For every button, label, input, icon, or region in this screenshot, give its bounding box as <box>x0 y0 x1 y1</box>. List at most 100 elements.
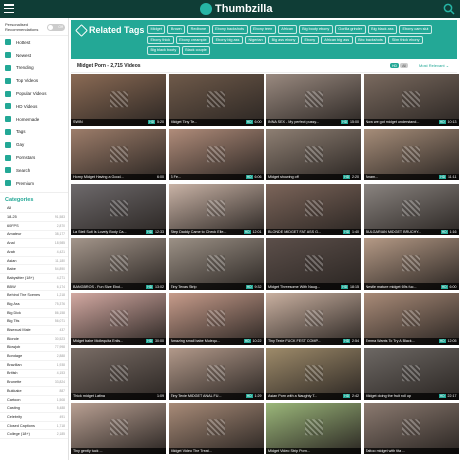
video-thumbnail[interactable] <box>168 183 264 236</box>
tag-chip[interactable]: Midget <box>147 25 166 34</box>
category-item[interactable]: Anal 18,985 <box>0 239 68 248</box>
video-thumbnail[interactable] <box>363 293 459 345</box>
video-thumbnail[interactable] <box>266 293 361 345</box>
sidebar-item-gay[interactable]: Gay <box>0 138 68 151</box>
video-thumbnail[interactable] <box>266 74 361 126</box>
video-card[interactable]: INNA SEX - My perfect pussy... HD 15:00 <box>266 74 361 126</box>
video-thumbnail[interactable] <box>266 183 361 236</box>
category-item[interactable]: Blonde 30,523 <box>0 335 68 344</box>
category-item[interactable]: Brunette 33,824 <box>0 378 68 387</box>
tag-chip[interactable]: Ebony big ass <box>212 35 243 45</box>
category-item[interactable]: Big Dick 86,158 <box>0 309 68 318</box>
video-card[interactable]: Midget babe Mollequita Enlis... HD 30:00 <box>71 293 166 345</box>
video-card[interactable]: Thick midget Latina 1:09 <box>71 347 166 400</box>
category-item[interactable]: 60FPS 2,870 <box>0 222 68 231</box>
category-item[interactable]: Arab 4,421 <box>0 248 68 257</box>
category-item[interactable]: Blowjob 77,998 <box>0 344 68 353</box>
tag-chip[interactable]: Black couple <box>181 46 211 55</box>
tag-chip[interactable]: African <box>277 25 297 34</box>
video-thumbnail[interactable] <box>363 74 459 126</box>
video-thumbnail[interactable] <box>71 74 166 126</box>
category-item[interactable]: Celebrity 491 <box>0 413 68 422</box>
sort-dropdown[interactable]: Most Relevant ⌄ <box>419 63 449 68</box>
category-item[interactable]: College (18+) 2,185 <box>0 430 68 440</box>
tag-chip[interactable]: Redbone <box>187 25 210 34</box>
video-title[interactable]: Tiny gently tuck ... <box>73 449 164 453</box>
sidebar-item-trending[interactable]: Trending <box>0 62 68 75</box>
video-card[interactable]: Midget Video The Treat... <box>168 402 264 455</box>
sidebar-item-hd-videos[interactable]: HD Videos <box>0 100 68 113</box>
video-card[interactable]: 3 Fe... HD 6:06 <box>168 128 264 181</box>
video-title[interactable]: SWIN <box>73 120 147 124</box>
category-item[interactable]: BBW 6,174 <box>0 283 68 292</box>
category-item[interactable]: 18-25 91,583 <box>0 213 68 222</box>
video-title[interactable]: Tiny Texas Strip <box>171 285 245 289</box>
category-item[interactable]: Bukkake 887 <box>0 387 68 396</box>
video-title[interactable]: Tiny Texie MIDGET ANAL FU... <box>171 394 245 398</box>
tag-chip[interactable]: Ebony creampie <box>175 35 211 45</box>
video-thumbnail[interactable] <box>168 128 264 181</box>
video-card[interactable]: SWIN HD 5:20 <box>71 74 166 126</box>
video-card[interactable]: Now we got midget understand... HD 10:13 <box>363 74 459 126</box>
tag-chip[interactable]: Ebony backshots <box>211 25 248 34</box>
video-title[interactable]: Thick midget Latina <box>73 394 155 398</box>
sidebar-item-top-videos[interactable]: Top Videos <box>0 74 68 87</box>
video-thumbnail[interactable] <box>266 402 361 455</box>
tag-chip[interactable]: Ebony thick <box>147 35 174 45</box>
video-title[interactable]: Nestle mature midget 69s fuc... <box>366 285 440 289</box>
site-logo[interactable]: Thumbzilla <box>200 2 272 16</box>
tag-chip[interactable]: Ebony teen <box>249 25 276 34</box>
video-title[interactable]: BULGARIAN MIDGET BRUCHY... <box>366 230 440 234</box>
search-icon[interactable] <box>443 3 455 15</box>
video-thumbnail[interactable] <box>71 183 166 236</box>
category-item[interactable]: Casting 5,488 <box>0 404 68 414</box>
video-thumbnail[interactable] <box>363 347 459 400</box>
category-item[interactable]: All <box>0 205 68 214</box>
tag-chip[interactable]: Ebony cam slut <box>399 25 432 34</box>
video-title[interactable]: Midget Threesome With Naug... <box>268 285 340 289</box>
video-card[interactable]: Midget showing off HD 2:20 <box>266 128 361 181</box>
video-card[interactable]: Tiny gently tuck ... <box>71 402 166 455</box>
video-title[interactable]: Step Daddy Came to Check Elle... <box>171 230 243 234</box>
category-item[interactable]: Big Ass 75,376 <box>0 300 68 309</box>
video-title[interactable]: BANGBROS - Fun Size Ebol... <box>73 285 145 289</box>
hamburger-menu-icon[interactable] <box>4 4 14 13</box>
category-item[interactable]: Babe 54,890 <box>0 265 68 275</box>
video-card[interactable]: Tattoo midget with tita ... <box>363 402 459 455</box>
video-title[interactable]: Tattoo midget with tita ... <box>366 449 457 453</box>
category-item[interactable]: Asian 11,180 <box>0 257 68 266</box>
video-title[interactable]: Tiny Texie FUCK FEST COMP... <box>268 339 342 343</box>
video-title[interactable]: Horny Midget Having a Good... <box>73 175 155 179</box>
tag-chip[interactable]: Brown <box>167 25 186 34</box>
video-thumbnail[interactable] <box>71 402 166 455</box>
video-card[interactable]: Tiny Texie MIDGET ANAL FU... HD 1:29 <box>168 347 264 400</box>
video-title[interactable]: Asian Porn with a Naughty T... <box>268 394 342 398</box>
sidebar-item-hottest[interactable]: Hottest <box>0 36 68 49</box>
sidebar-item-pornstars[interactable]: Pornstars <box>0 151 68 164</box>
video-title[interactable]: Midget babe Mollequita Enlis... <box>73 339 145 343</box>
video-title[interactable]: Anam... <box>366 175 439 179</box>
video-thumbnail[interactable] <box>71 347 166 400</box>
video-thumbnail[interactable] <box>71 128 166 181</box>
video-thumbnail[interactable] <box>266 347 361 400</box>
video-thumbnail[interactable] <box>168 238 264 290</box>
video-thumbnail[interactable] <box>71 238 166 290</box>
video-card[interactable]: BULGARIAN MIDGET BRUCHY... HD 1:16 <box>363 183 459 236</box>
video-card[interactable]: Horny Midget Having a Good... 6:00 <box>71 128 166 181</box>
video-thumbnail[interactable] <box>266 128 361 181</box>
video-thumbnail[interactable] <box>168 402 264 455</box>
sidebar-item-premium[interactable]: Premium <box>0 177 68 190</box>
tag-chip[interactable]: Gorilla grinder <box>334 25 366 34</box>
video-thumbnail[interactable] <box>168 74 264 126</box>
sidebar-item-search[interactable]: Search <box>0 164 68 177</box>
category-item[interactable]: Cartoon 1,508 <box>0 396 68 405</box>
sidebar-item-tags[interactable]: Tags <box>0 126 68 139</box>
video-title[interactable]: Now we got midget understand... <box>366 120 438 124</box>
sidebar-item-newest[interactable]: Newest <box>0 49 68 62</box>
video-title[interactable]: Midget showing off <box>268 175 342 179</box>
sidebar-item-homemade[interactable]: Homemade <box>0 113 68 126</box>
video-card[interactable]: Midget Threesome With Naug... HD 18:15 <box>266 238 361 290</box>
video-title[interactable]: Emma Wants To Try A Black... <box>366 339 438 343</box>
tag-chip[interactable]: Slim thick ebony <box>388 35 423 45</box>
tag-chip[interactable]: Big booty ebony <box>298 25 333 34</box>
